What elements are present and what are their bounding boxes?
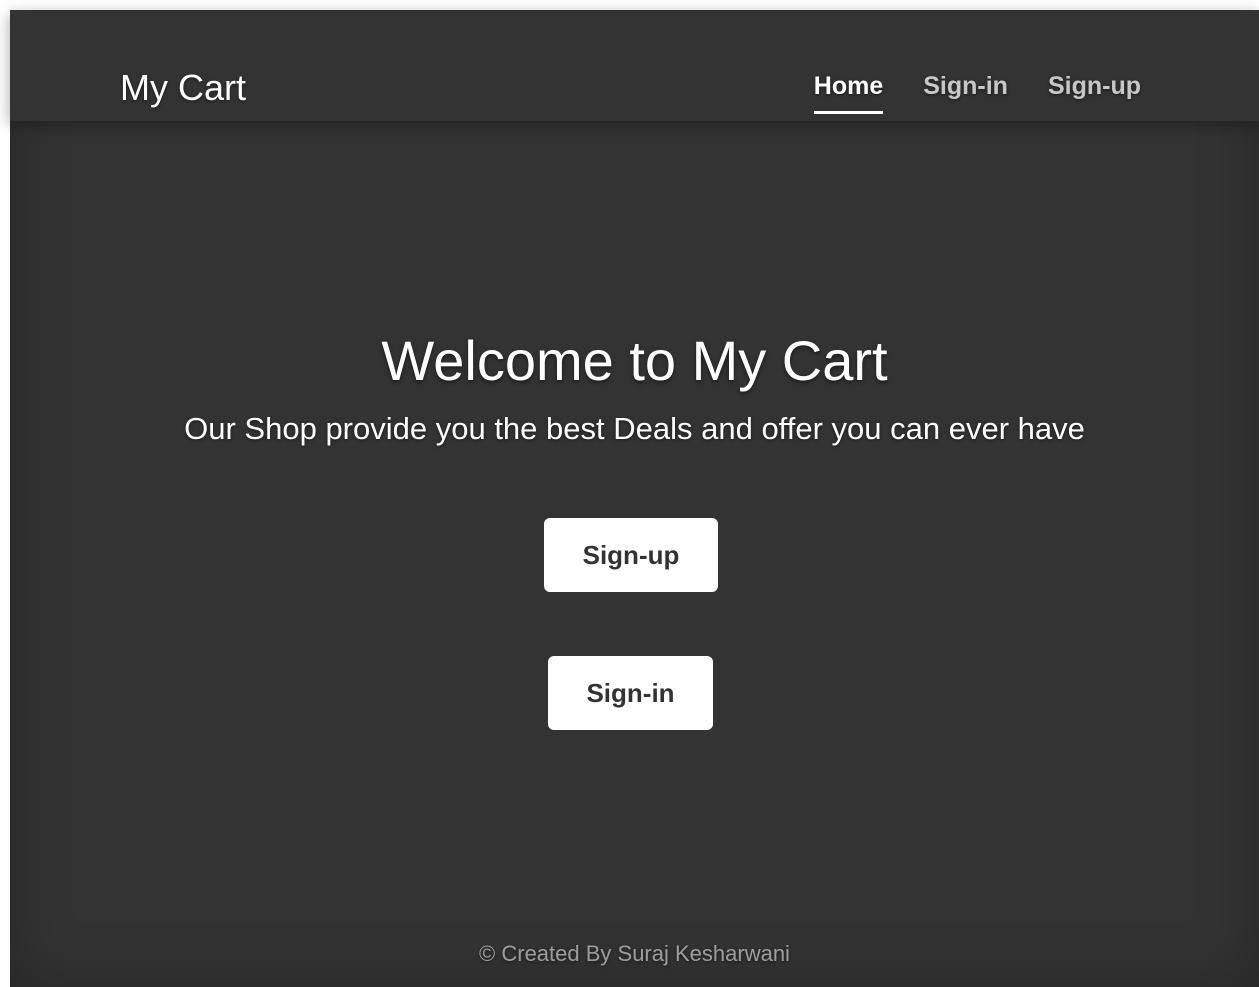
sign-in-button[interactable]: Sign-in [548, 656, 713, 730]
main-nav: Home Sign-in Sign-up [813, 74, 1141, 114]
masthead: My Cart Home Sign-in Sign-up [10, 10, 1259, 121]
page: My Cart Home Sign-in Sign-up Welcome to … [10, 10, 1259, 987]
cover: Welcome to My Cart Our Shop provide you … [10, 330, 1259, 447]
sign-up-button[interactable]: Sign-up [544, 518, 718, 592]
nav-link-home[interactable]: Home [813, 74, 884, 114]
nav-link-sign-up[interactable]: Sign-up [1048, 74, 1141, 114]
footer-credit: © Created By Suraj Kesharwani [479, 941, 790, 966]
lead-text: Our Shop provide you the best Deals and … [184, 410, 1085, 446]
brand-title: My Cart [120, 67, 246, 108]
nav-link-sign-in[interactable]: Sign-in [923, 74, 1008, 114]
page-title: Welcome to My Cart [381, 329, 888, 392]
